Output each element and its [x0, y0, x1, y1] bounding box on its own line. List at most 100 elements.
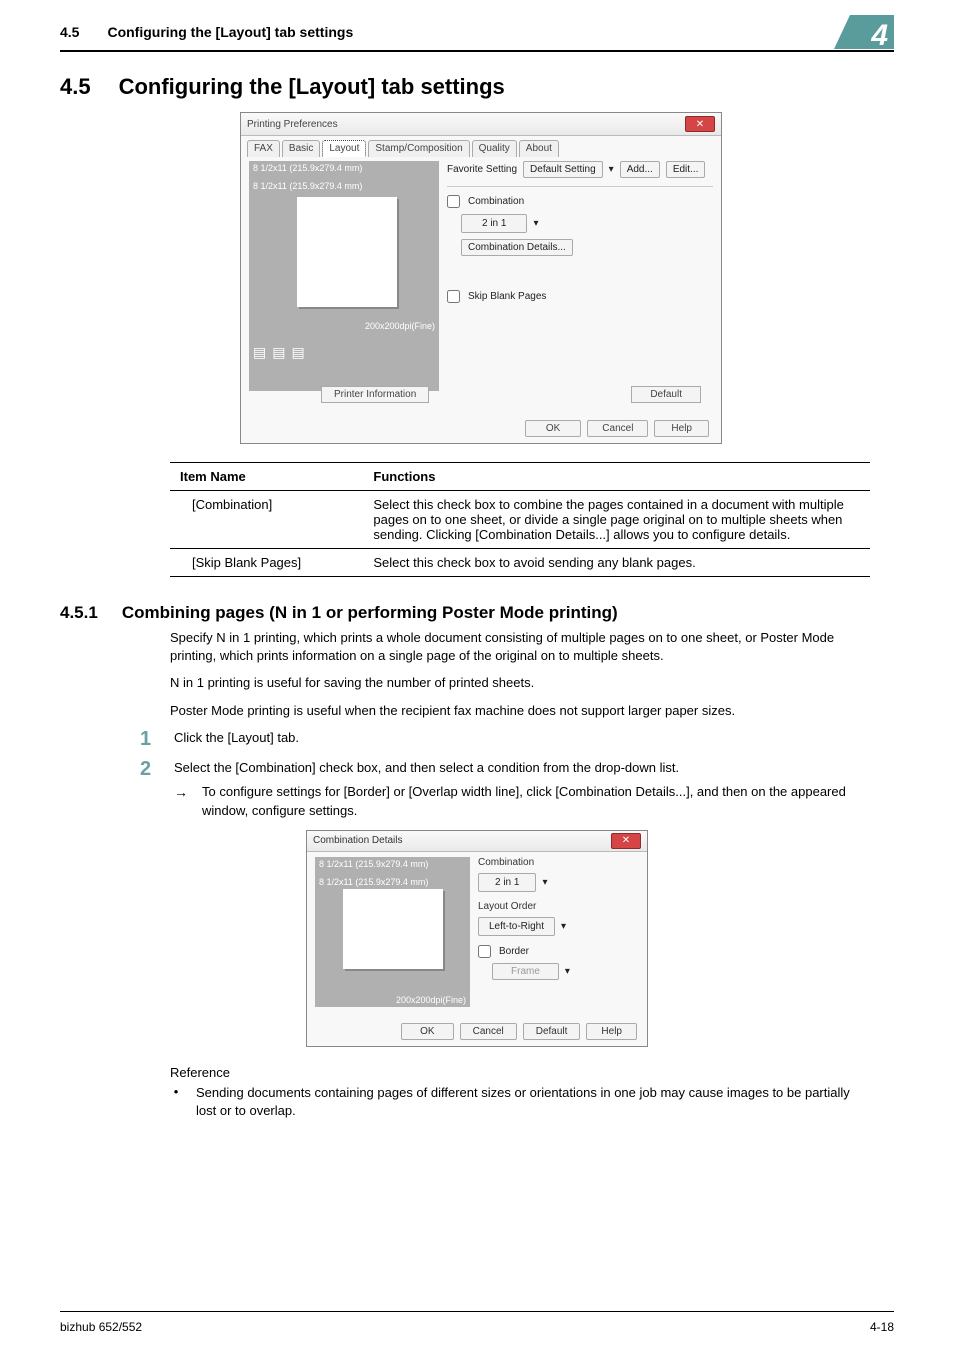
- favorite-setting-label: Favorite Setting: [447, 164, 517, 175]
- step-text: Click the [Layout] tab.: [174, 729, 870, 749]
- bullet-icon: •: [170, 1084, 182, 1120]
- edit-button[interactable]: Edit...: [666, 161, 706, 178]
- reference-title: Reference: [170, 1065, 870, 1080]
- border-checkbox[interactable]: [478, 945, 491, 958]
- default-button[interactable]: Default: [523, 1023, 581, 1040]
- subsection-number: 4.5.1: [60, 603, 98, 623]
- section-number: 4.5: [60, 74, 91, 100]
- arrow-right-icon: →: [174, 783, 192, 819]
- footer-page-number: 4-18: [870, 1320, 894, 1334]
- chevron-down-icon[interactable]: ▾: [533, 218, 538, 229]
- col-item-name: Item Name: [170, 463, 363, 491]
- layout-order-dropdown[interactable]: Left-to-Right: [478, 917, 555, 936]
- preview-sheet-icon: [343, 889, 443, 969]
- body-paragraph: Specify N in 1 printing, which prints a …: [170, 629, 870, 664]
- window-titlebar: Printing Preferences ✕: [241, 113, 721, 136]
- ok-button[interactable]: OK: [525, 420, 581, 437]
- step-text: Select the [Combination] check box, and …: [174, 759, 870, 777]
- step-item: 2 Select the [Combination] check box, an…: [140, 759, 870, 820]
- preview-paper-size-2: 8 1/2x11 (215.9x279.4 mm): [319, 877, 428, 887]
- combination-dropdown[interactable]: 2 in 1: [478, 873, 536, 892]
- chapter-number: 4: [871, 19, 888, 53]
- steps-list: 1 Click the [Layout] tab. 2 Select the […: [140, 729, 870, 820]
- cancel-button[interactable]: Cancel: [460, 1023, 517, 1040]
- chapter-number-chip: 4: [850, 15, 894, 49]
- reference-bullet: • Sending documents containing pages of …: [170, 1084, 870, 1120]
- chevron-down-icon[interactable]: ▾: [542, 877, 547, 888]
- preview-resolution: 200x200dpi(Fine): [365, 321, 435, 331]
- window-titlebar: Combination Details ✕: [307, 831, 647, 852]
- window-title: Printing Preferences: [247, 119, 338, 130]
- favorite-setting-dropdown[interactable]: Default Setting: [523, 161, 603, 178]
- combination-label: Combination: [468, 196, 524, 207]
- border-type-dropdown[interactable]: Frame: [492, 963, 559, 980]
- preview-paper-size-1: 8 1/2x11 (215.9x279.4 mm): [253, 163, 362, 173]
- preview-tool-icon[interactable]: ▤: [291, 344, 304, 361]
- preview-sheet-icon: [297, 197, 397, 307]
- reference-block: Reference • Sending documents containing…: [170, 1065, 870, 1120]
- combination-checkbox[interactable]: [447, 195, 460, 208]
- preview-paper-size-1: 8 1/2x11 (215.9x279.4 mm): [319, 859, 428, 869]
- preview-tool-icon[interactable]: ▤: [272, 344, 285, 361]
- footer-rule: [60, 1311, 894, 1312]
- tab-quality[interactable]: Quality: [472, 140, 517, 157]
- layout-order-label: Layout Order: [478, 901, 639, 912]
- tab-fax[interactable]: FAX: [247, 140, 280, 157]
- combination-dropdown[interactable]: 2 in 1: [461, 214, 527, 233]
- chevron-down-icon[interactable]: ▾: [609, 164, 614, 175]
- table-header-row: Item Name Functions: [170, 463, 870, 491]
- close-icon[interactable]: ✕: [611, 833, 641, 849]
- printer-information-button[interactable]: Printer Information: [321, 386, 429, 403]
- subsection-heading: 4.5.1 Combining pages (N in 1 or perform…: [60, 603, 894, 623]
- step-item: 1 Click the [Layout] tab.: [140, 729, 870, 749]
- combination-details-window: Combination Details ✕ 8 1/2x11 (215.9x27…: [306, 830, 648, 1047]
- step-number: 2: [140, 759, 160, 820]
- section-heading: 4.5 Configuring the [Layout] tab setting…: [60, 74, 894, 100]
- step-number: 1: [140, 729, 160, 749]
- body-text-block: Specify N in 1 printing, which prints a …: [170, 629, 870, 719]
- preview-panel: 8 1/2x11 (215.9x279.4 mm) 8 1/2x11 (215.…: [249, 161, 439, 391]
- chevron-down-icon[interactable]: ▾: [565, 966, 570, 977]
- tab-basic[interactable]: Basic: [282, 140, 320, 157]
- section-title: Configuring the [Layout] tab settings: [119, 74, 505, 100]
- tab-stamp-composition[interactable]: Stamp/Composition: [368, 140, 469, 157]
- default-button[interactable]: Default: [631, 386, 701, 403]
- item-name-cell: [Combination]: [170, 491, 363, 549]
- combination-label: Combination: [478, 857, 639, 868]
- step-sub-text: To configure settings for [Border] or [O…: [202, 783, 870, 819]
- help-button[interactable]: Help: [654, 420, 709, 437]
- item-name-cell: [Skip Blank Pages]: [170, 549, 363, 577]
- ok-button[interactable]: OK: [401, 1023, 453, 1040]
- header-rule: [60, 50, 894, 52]
- subsection-title: Combining pages (N in 1 or performing Po…: [122, 603, 618, 623]
- chevron-down-icon[interactable]: ▾: [561, 921, 566, 932]
- functions-cell: Select this check box to avoid sending a…: [363, 549, 870, 577]
- page-footer: bizhub 652/552 4-18: [60, 1320, 894, 1334]
- close-icon[interactable]: ✕: [685, 116, 715, 132]
- body-paragraph: N in 1 printing is useful for saving the…: [170, 674, 870, 692]
- functions-table: Item Name Functions [Combination] Select…: [170, 462, 870, 577]
- footer-product: bizhub 652/552: [60, 1320, 142, 1334]
- skip-blank-pages-label: Skip Blank Pages: [468, 291, 546, 302]
- combination-details-button[interactable]: Combination Details...: [461, 239, 573, 256]
- cancel-button[interactable]: Cancel: [587, 420, 648, 437]
- help-button[interactable]: Help: [586, 1023, 637, 1040]
- skip-blank-pages-checkbox[interactable]: [447, 290, 460, 303]
- running-header: 4.5 Configuring the [Layout] tab setting…: [60, 14, 894, 50]
- tab-layout[interactable]: Layout: [322, 140, 366, 157]
- figure-printing-preferences: Printing Preferences ✕ FAX Basic Layout …: [60, 112, 894, 444]
- window-title: Combination Details: [313, 835, 403, 846]
- table-row: [Skip Blank Pages] Select this check box…: [170, 549, 870, 577]
- reference-text: Sending documents containing pages of di…: [196, 1084, 870, 1120]
- tab-about[interactable]: About: [519, 140, 559, 157]
- tab-strip: FAX Basic Layout Stamp/Composition Quali…: [241, 136, 721, 157]
- step-sub-item: → To configure settings for [Border] or …: [174, 783, 870, 819]
- printing-preferences-window: Printing Preferences ✕ FAX Basic Layout …: [240, 112, 722, 444]
- col-functions: Functions: [363, 463, 870, 491]
- figure-combination-details: Combination Details ✕ 8 1/2x11 (215.9x27…: [60, 830, 894, 1047]
- preview-panel: 8 1/2x11 (215.9x279.4 mm) 8 1/2x11 (215.…: [315, 857, 470, 1007]
- preview-tool-icon[interactable]: ▤: [253, 344, 266, 361]
- functions-cell: Select this check box to combine the pag…: [363, 491, 870, 549]
- preview-toolbar: ▤ ▤ ▤: [253, 344, 305, 361]
- add-button[interactable]: Add...: [620, 161, 660, 178]
